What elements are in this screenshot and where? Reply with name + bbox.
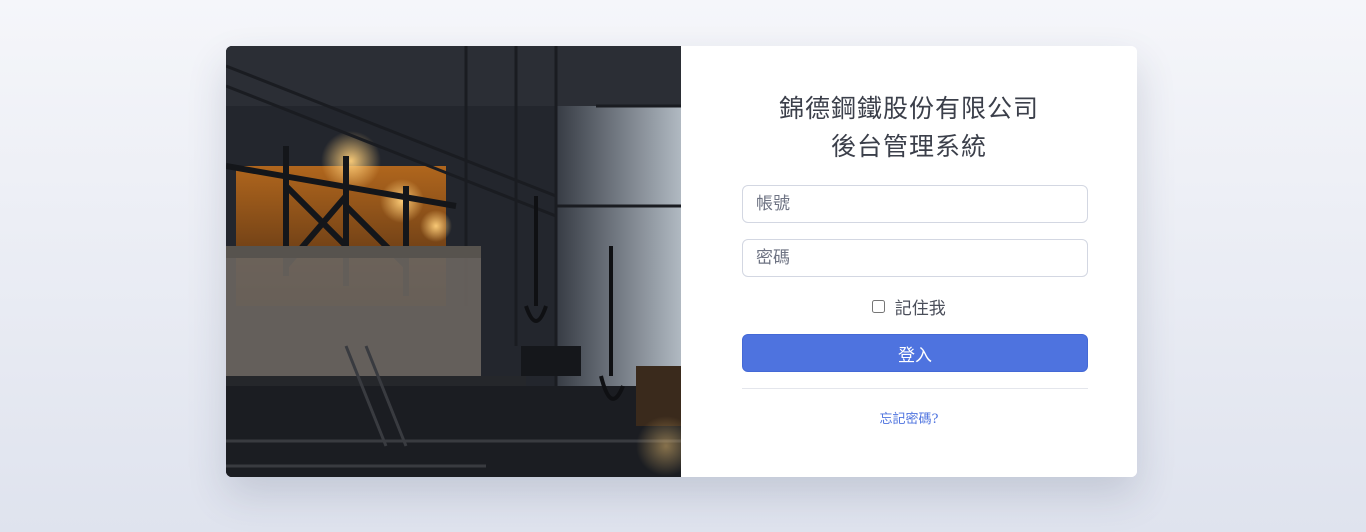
password-input[interactable] <box>742 239 1088 277</box>
system-name: 後台管理系統 <box>830 132 987 161</box>
login-card: 錦德鋼鐵股份有限公司 後台管理系統 記住我 登入 忘記密碼? <box>226 46 1137 477</box>
login-panel: 錦德鋼鐵股份有限公司 後台管理系統 記住我 登入 忘記密碼? <box>681 46 1137 477</box>
remember-me: 記住我 <box>681 294 1137 319</box>
divider <box>742 388 1088 389</box>
login-button[interactable]: 登入 <box>742 334 1088 372</box>
steel-mill-photo <box>226 46 681 477</box>
remember-me-checkbox[interactable] <box>872 300 886 313</box>
forgot-password-link[interactable]: 忘記密碼? <box>681 408 1137 427</box>
username-input[interactable] <box>742 185 1088 223</box>
page-title: 錦德鋼鐵股份有限公司 後台管理系統 <box>681 90 1137 166</box>
company-name: 錦德鋼鐵股份有限公司 <box>778 94 1039 123</box>
remember-me-label[interactable]: 記住我 <box>895 299 946 319</box>
